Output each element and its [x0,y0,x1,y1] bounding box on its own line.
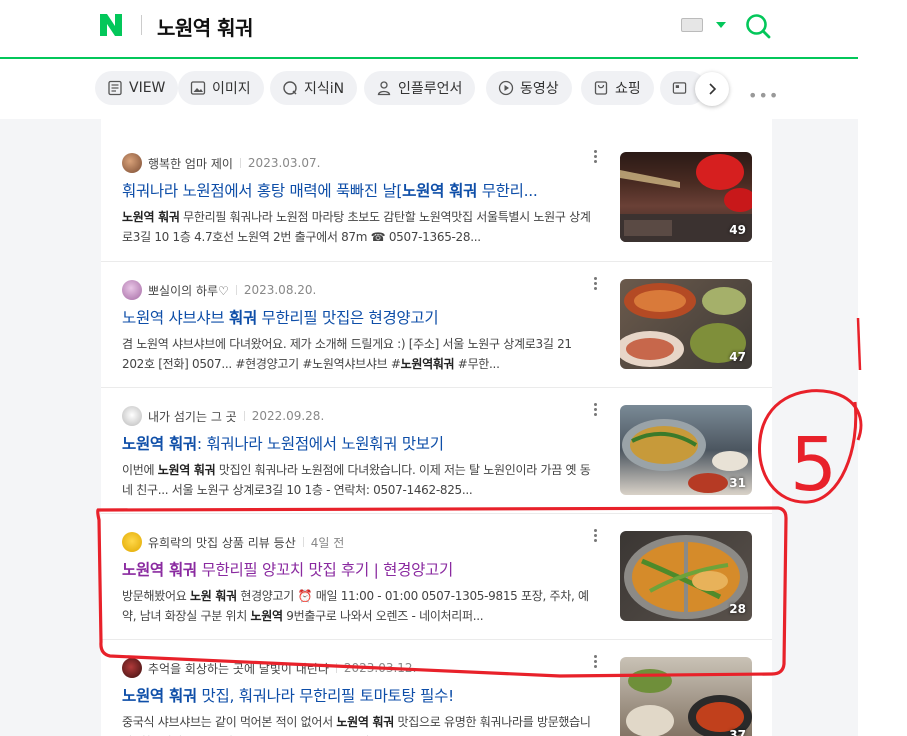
photo-count: 47 [729,350,746,364]
kebab-menu-icon[interactable] [592,528,598,544]
tab-label: 쇼핑 [615,81,641,97]
post-thumbnail[interactable]: 47 [620,279,752,369]
post-description: 방문해봤어요 노원 훠궈 현경양고기 ⏰ 매일 11:00 - 01:00 05… [122,589,589,623]
naver-logo-icon[interactable] [99,13,123,37]
keyboard-icon[interactable] [681,18,703,32]
more-options-icon[interactable]: ••• [748,86,779,105]
post-thumbnail[interactable]: 37 [620,657,752,736]
post-thumbnail[interactable]: 28 [620,531,752,621]
tab-images[interactable]: 이미지 [178,71,264,105]
list-item: 유희락의 맛집 상품 리뷰 등산 4일 전 노원역 훠궈 무한리필 양꼬치 맛집… [101,513,772,639]
chevron-right-icon [709,83,717,95]
post-meta: 뽀실이의 하루♡ 2023.08.20. [122,280,316,300]
post-meta: 유희락의 맛집 상품 리뷰 등산 4일 전 [122,532,344,552]
news-icon [672,82,687,94]
post-date: 4일 전 [310,535,345,550]
post-meta: 추억을 회상하는 곳에 달빛이 내린다 2023.03.12. [122,658,416,678]
shopping-icon [594,81,608,95]
tick-mark [856,317,862,371]
post-meta: 내가 섬기는 그 곳 2022.09.28. [122,406,324,426]
post-description: 중국식 샤브샤브는 같이 먹어본 적이 없어서 노원역 훠궈 맛집으로 유명한 … [122,715,591,736]
post-title[interactable]: 노원역 훠궈 맛집, 훠궈나라 무한리필 토마토탕 필수! [122,684,592,706]
tab-label: 지식iN [304,81,345,97]
avatar[interactable] [122,406,142,426]
post-title[interactable]: 노원역 훠궈: 훠궈나라 노원점에서 노원훠궈 맛보기 [122,432,592,454]
author-name[interactable]: 행복한 엄마 제이 [148,155,233,172]
image-icon [190,81,206,95]
header-divider [141,15,142,35]
post-title[interactable]: 훠궈나라 노원점에서 홍탕 매력에 푹빠진 날[노원역 훠궈 무한리... [122,179,592,201]
kebab-menu-icon[interactable] [592,402,598,418]
tab-shopping[interactable]: 쇼핑 [581,71,654,105]
post-title[interactable]: 노원역 훠궈 무한리필 양꼬치 맛집 후기 | 현경양고기 [122,558,592,580]
tabs-next-button[interactable] [695,72,729,106]
tab-label: 인플루언서 [398,81,463,97]
post-description: 겸 노원역 샤브샤브에 다녀왔어요. 제가 소개해 드릴게요 :) [주소] 서… [122,337,572,371]
avatar[interactable] [122,153,142,173]
avatar[interactable] [122,658,142,678]
person-icon [377,81,391,96]
view-results-list: 행복한 엄마 제이 2023.03.07. 훠궈나라 노원점에서 홍탕 매력에 … [101,119,772,736]
list-item: 추억을 회상하는 곳에 달빛이 내린다 2023.03.12. 노원역 훠궈 맛… [101,639,772,736]
photo-count: 31 [729,476,746,490]
tab-label: 이미지 [212,81,251,97]
tab-kin[interactable]: 지식iN [270,71,358,105]
list-item: 행복한 엄마 제이 2023.03.07. 훠궈나라 노원점에서 홍탕 매력에 … [101,135,772,261]
author-name[interactable]: 뽀실이의 하루♡ [148,282,229,299]
post-meta: 행복한 엄마 제이 2023.03.07. [122,153,320,173]
avatar[interactable] [122,280,142,300]
list-item: 내가 섬기는 그 곳 2022.09.28. 노원역 훠궈: 훠궈나라 노원점에… [101,387,772,513]
post-description: 노원역 훠궈 무한리필 훠궈나라 노원점 마라탕 초보도 감탄할 노원역맛집 서… [122,210,591,244]
search-query[interactable]: 노원역 훠궈 [157,12,253,41]
post-title[interactable]: 노원역 샤브샤브 훠궈 무한리필 맛집은 현경양고기 [122,306,592,328]
photo-count: 28 [729,602,746,616]
search-tabs: VIEW 이미지 지식iN 인플루언서 동영상 쇼핑 [0,59,858,119]
chevron-down-icon[interactable] [716,22,726,28]
smiley-avatar-icon[interactable] [122,532,142,552]
post-date: 2022.09.28. [251,409,325,423]
author-name[interactable]: 내가 섬기는 그 곳 [148,408,237,425]
post-thumbnail[interactable]: 31 [620,405,752,495]
play-icon [498,80,514,96]
kebab-menu-icon[interactable] [592,149,598,165]
kebab-menu-icon[interactable] [592,654,598,670]
post-date: 2023.03.07. [247,156,321,170]
post-date: 2023.08.20. [243,283,317,297]
kin-icon [283,81,297,95]
tab-label: VIEW [129,80,166,96]
author-name[interactable]: 유희락의 맛집 상품 리뷰 등산 [148,534,296,551]
kebab-menu-icon[interactable] [592,276,598,292]
hotpot-photo [626,669,752,736]
post-thumbnail[interactable]: 49 [620,152,752,242]
search-icon[interactable] [744,12,772,40]
view-icon [108,80,122,96]
list-item: 뽀실이의 하루♡ 2023.08.20. 노원역 샤브샤브 훠궈 무한리필 맛집… [101,261,772,387]
photo-count: 37 [729,728,746,736]
author-name[interactable]: 추억을 회상하는 곳에 달빛이 내린다 [148,660,329,677]
tab-video[interactable]: 동영상 [486,71,572,105]
photo-count: 49 [729,223,746,237]
search-header: 노원역 훠궈 [0,0,858,59]
post-date: 2023.03.12. [343,661,417,675]
post-description: 이번에 노원역 훠궈 맛집인 훠궈나라 노원점에 다녀왔습니다. 이제 저는 탈… [122,463,591,497]
tab-label: 동영상 [520,81,559,97]
tab-view[interactable]: VIEW [95,71,179,105]
tab-influencer[interactable]: 인플루언서 [364,71,476,105]
